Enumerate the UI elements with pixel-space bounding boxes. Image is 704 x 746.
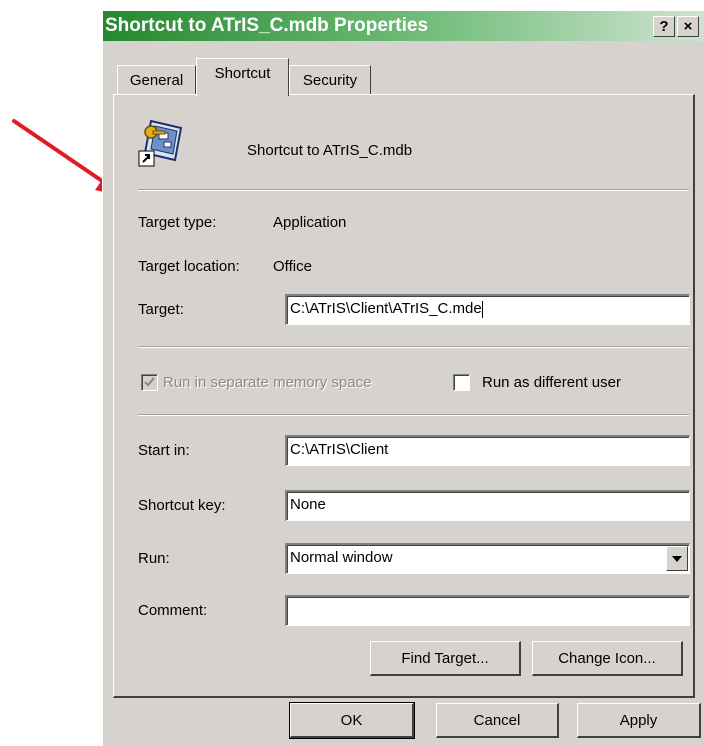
- cancel-button[interactable]: Cancel: [436, 703, 559, 738]
- run-select[interactable]: Normal window: [285, 543, 690, 574]
- divider: [138, 346, 689, 348]
- target-value: C:\ATrIS\Client\ATrIS_C.mde: [290, 300, 482, 317]
- title-bar[interactable]: Shortcut to ATrIS_C.mdb Properties ? ×: [103, 11, 704, 41]
- shortcut-tab-panel: Shortcut to ATrIS_C.mdb Target type: App…: [113, 94, 695, 698]
- checkmark-icon: [144, 377, 155, 387]
- chevron-down-icon: [672, 555, 682, 562]
- target-type-label: Target type:: [138, 214, 217, 231]
- shortcut-key-field[interactable]: None: [285, 490, 690, 521]
- run-value: Normal window: [290, 549, 393, 566]
- target-location-value: Office: [273, 258, 312, 275]
- help-button[interactable]: ?: [653, 16, 675, 37]
- comment-field[interactable]: [285, 595, 690, 626]
- start-in-field[interactable]: C:\ATrIS\Client: [285, 435, 690, 466]
- run-as-different-user-checkbox[interactable]: [453, 374, 470, 391]
- tab-shortcut[interactable]: Shortcut: [196, 58, 289, 96]
- shortcut-key-label: Shortcut key:: [138, 497, 226, 514]
- comment-label: Comment:: [138, 602, 208, 619]
- divider: [138, 189, 689, 191]
- run-separate-memory-label: Run in separate memory space: [163, 374, 372, 391]
- shortcut-name: Shortcut to ATrIS_C.mdb: [247, 142, 413, 159]
- target-type-value: Application: [273, 214, 347, 231]
- start-in-label: Start in:: [138, 442, 190, 459]
- apply-button[interactable]: Apply: [577, 703, 701, 738]
- target-field[interactable]: C:\ATrIS\Client\ATrIS_C.mde: [285, 294, 690, 325]
- tab-security[interactable]: Security: [289, 65, 371, 95]
- run-label: Run:: [138, 550, 170, 567]
- close-button[interactable]: ×: [677, 16, 699, 37]
- text-cursor: [481, 300, 483, 318]
- target-label: Target:: [138, 301, 184, 318]
- access-database-shortcut-icon: [138, 119, 183, 167]
- find-target-button[interactable]: Find Target...: [370, 641, 521, 676]
- change-icon-button[interactable]: Change Icon...: [532, 641, 683, 676]
- tab-general[interactable]: General: [117, 65, 196, 95]
- target-location-label: Target location:: [138, 258, 240, 275]
- run-as-different-user-label: Run as different user: [482, 374, 621, 391]
- run-separate-memory-checkbox[interactable]: [141, 374, 158, 391]
- properties-dialog: Shortcut to ATrIS_C.mdb Properties ? × G…: [102, 10, 704, 746]
- window-title: Shortcut to ATrIS_C.mdb Properties: [105, 15, 429, 36]
- run-dropdown-button[interactable]: [666, 546, 688, 571]
- start-in-value: C:\ATrIS\Client: [290, 441, 389, 458]
- divider: [138, 414, 689, 416]
- shortcut-key-value: None: [290, 496, 326, 513]
- ok-button[interactable]: OK: [289, 702, 415, 739]
